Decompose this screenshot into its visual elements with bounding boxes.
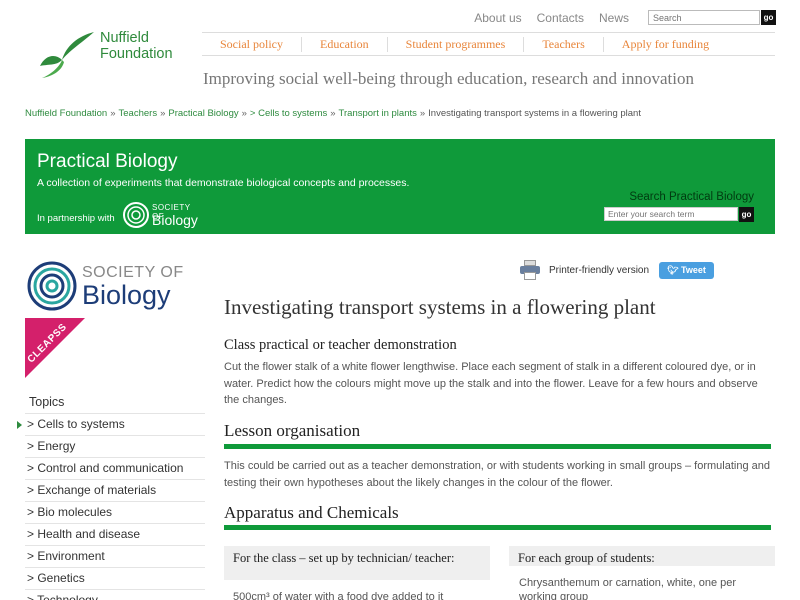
nav-education[interactable]: Education xyxy=(301,36,387,52)
breadcrumb-separator: » xyxy=(110,108,116,119)
lesson-organisation-text: This could be carried out as a teacher d… xyxy=(224,460,771,489)
lesson-organisation-heading: Lesson organisation xyxy=(224,421,361,440)
topics-heading: Topics xyxy=(25,392,205,414)
class-apparatus-item: 500cm³ of water with a food dye added to… xyxy=(233,591,444,600)
topic-technology[interactable]: > Technology xyxy=(25,590,205,600)
topic-health-and-disease[interactable]: > Health and disease xyxy=(25,524,205,546)
cleapss-logo[interactable]: CLEAPSS xyxy=(25,318,85,378)
breadcrumb-link[interactable]: Practical Biology xyxy=(168,108,238,119)
breadcrumb-separator: » xyxy=(160,108,166,119)
search-go-button[interactable]: go xyxy=(761,10,776,25)
society-of-biology-small-logo[interactable]: SOCIETY OF Biology xyxy=(122,201,204,229)
society-ring-icon xyxy=(27,261,77,311)
breadcrumb: Nuffield Foundation» Teachers» Practical B… xyxy=(25,108,641,119)
society-ring-icon xyxy=(123,202,149,228)
sob-small-line2: Biology xyxy=(152,212,198,228)
main-nav: Social policy Education Student programm… xyxy=(202,32,775,56)
topic-bio-molecules[interactable]: > Bio molecules xyxy=(25,502,205,524)
leaf-icon xyxy=(40,32,94,78)
nav-student-programmes[interactable]: Student programmes xyxy=(386,36,524,52)
nav-teachers[interactable]: Teachers xyxy=(523,36,602,52)
tweet-label: Tweet xyxy=(681,264,706,275)
about-us-link[interactable]: About us xyxy=(474,11,521,25)
search-input[interactable] xyxy=(648,10,760,25)
page-utilities: Printer-friendly version 🐦︎ Tweet xyxy=(520,260,714,280)
lesson-organisation-section: Lesson organisation xyxy=(224,421,771,449)
section-divider xyxy=(224,444,771,449)
top-links: About us Contacts News go xyxy=(474,10,776,25)
partnership-label: In partnership with xyxy=(37,213,115,224)
breadcrumb-link[interactable]: > Cells to systems xyxy=(250,108,327,119)
apparatus-heading: Apparatus and Chemicals xyxy=(224,503,399,522)
news-link[interactable]: News xyxy=(599,11,629,25)
society-of-biology-logo[interactable]: SOCIETY OF Biology xyxy=(26,258,196,318)
topic-control-and-communication[interactable]: > Control and communication xyxy=(25,458,205,480)
page-title: Investigating transport systems in a flo… xyxy=(224,295,656,319)
topic-energy[interactable]: > Energy xyxy=(25,436,205,458)
breadcrumb-separator: » xyxy=(419,108,426,119)
class-practical-text: Cut the flower stalk of a white flower l… xyxy=(224,361,758,406)
group-apparatus-heading: For each group of students: xyxy=(509,546,775,566)
class-practical-heading: Class practical or teacher demonstration xyxy=(224,337,457,353)
topic-exchange-of-materials[interactable]: > Exchange of materials xyxy=(25,480,205,502)
practical-biology-search: go xyxy=(604,207,754,222)
breadcrumb-link[interactable]: Nuffield Foundation xyxy=(25,108,107,119)
site-search: go xyxy=(648,10,776,25)
topic-cells-to-systems[interactable]: > Cells to systems xyxy=(17,414,205,436)
nuffield-logo[interactable]: Nuffield Foundation xyxy=(38,28,188,82)
topic-genetics[interactable]: > Genetics xyxy=(25,568,205,590)
nav-apply-for-funding[interactable]: Apply for funding xyxy=(602,36,727,52)
contacts-link[interactable]: Contacts xyxy=(537,11,584,25)
tagline: Improving social well-being through educ… xyxy=(203,69,694,88)
topic-environment[interactable]: > Environment xyxy=(25,546,205,568)
printer-friendly-link[interactable]: Printer-friendly version xyxy=(549,265,649,276)
sob-line2: Biology xyxy=(82,280,171,310)
twitter-bird-icon: 🐦︎ xyxy=(667,264,679,275)
breadcrumb-link[interactable]: Teachers xyxy=(119,108,158,119)
practical-biology-go-button[interactable]: go xyxy=(739,207,754,222)
breadcrumb-link[interactable]: Transport in plants xyxy=(339,108,417,119)
logo-line2: Foundation xyxy=(100,46,173,62)
practical-biology-search-input[interactable] xyxy=(604,207,738,221)
nav-social-policy[interactable]: Social policy xyxy=(202,37,301,52)
banner-subtitle: A collection of experiments that demonst… xyxy=(37,177,410,189)
group-apparatus-item: Chrysanthemum or carnation, white, one p… xyxy=(519,577,737,600)
cleapss-label: CLEAPSS xyxy=(25,321,70,366)
search-practical-biology-label: Search Practical Biology xyxy=(629,191,754,203)
tweet-button[interactable]: 🐦︎ Tweet xyxy=(659,261,714,279)
section-divider xyxy=(224,525,771,530)
breadcrumb-separator: » xyxy=(241,108,247,119)
class-apparatus-heading: For the class – set up by technician/ te… xyxy=(224,546,490,580)
logo-line1: Nuffield xyxy=(100,30,149,46)
topics-nav: Topics > Cells to systems > Energy > Con… xyxy=(17,392,205,600)
breadcrumb-separator: » xyxy=(330,108,336,119)
breadcrumb-current: Investigating transport systems in a flo… xyxy=(428,108,641,119)
apparatus-section: Apparatus and Chemicals xyxy=(224,503,771,530)
printer-icon[interactable] xyxy=(520,260,540,280)
banner-title[interactable]: Practical Biology xyxy=(37,151,177,173)
practical-biology-banner: Practical Biology A collection of experi… xyxy=(25,139,775,234)
